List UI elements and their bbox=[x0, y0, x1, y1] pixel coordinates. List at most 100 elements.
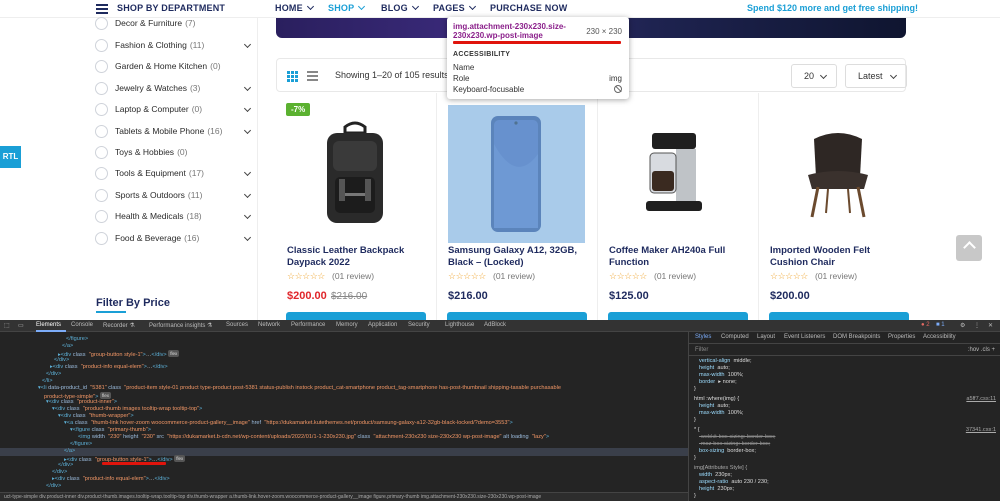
category-item[interactable]: Tablets & Mobile Phone (16) bbox=[95, 124, 255, 140]
radio-icon[interactable] bbox=[95, 82, 108, 95]
dom-line[interactable]: </div> bbox=[46, 371, 61, 378]
product-title[interactable]: Classic Leather Backpack Daypack 2022 bbox=[287, 245, 427, 269]
category-item[interactable]: Decor & Furniture (7) bbox=[95, 16, 255, 32]
dom-line[interactable]: ▾<div class="product-thumb images toolti… bbox=[52, 406, 202, 413]
info-badge[interactable]: ■ 1 bbox=[936, 322, 945, 328]
more-options-icon[interactable]: ⋮ bbox=[974, 322, 980, 329]
shop-by-department-link[interactable]: SHOP BY DEPARTMENT bbox=[117, 3, 225, 13]
dom-line[interactable]: </a> bbox=[62, 343, 73, 350]
product-title[interactable]: Samsung Galaxy A12, 32GB, Black – (Locke… bbox=[448, 245, 588, 269]
nav-home[interactable]: HOME bbox=[275, 2, 314, 13]
stylesheet-link[interactable]: a5ff7.css:11 bbox=[966, 396, 996, 402]
dom-line[interactable]: ▸<div class="product-info equal-elem">…<… bbox=[52, 476, 170, 483]
dom-line[interactable]: </figure> bbox=[66, 336, 88, 343]
dom-line[interactable]: <img width="230" height="230" src="https… bbox=[78, 434, 549, 441]
error-badge[interactable]: ● 2 bbox=[921, 322, 930, 328]
dom-line[interactable]: ▸<div class="group-button style-1">…</di… bbox=[58, 350, 180, 359]
radio-icon[interactable] bbox=[95, 232, 108, 245]
radio-icon[interactable] bbox=[95, 146, 108, 159]
category-item[interactable]: Laptop & Computer (0) bbox=[95, 102, 255, 118]
css-declaration[interactable]: max-width: 100%; bbox=[699, 410, 743, 417]
tab-accessibility[interactable]: Accessibility bbox=[923, 334, 956, 340]
chevron-down-icon[interactable] bbox=[243, 233, 252, 242]
dom-line[interactable]: ▾<figure class="primary-thumb"> bbox=[70, 427, 151, 434]
css-declaration[interactable]: height: auto; bbox=[699, 403, 730, 410]
tab-network[interactable]: Network bbox=[258, 322, 280, 328]
nav-blog[interactable]: BLOG bbox=[381, 2, 419, 13]
radio-icon[interactable] bbox=[95, 189, 108, 202]
dom-line[interactable]: </div> bbox=[54, 357, 69, 364]
css-declaration[interactable]: max-width: 100%; bbox=[699, 372, 743, 379]
tab-styles[interactable]: Styles bbox=[695, 334, 711, 340]
chevron-down-icon[interactable] bbox=[243, 168, 252, 177]
css-declaration[interactable]: box-sizing: border-box; bbox=[699, 448, 756, 455]
rtl-toggle-button[interactable]: RTL bbox=[0, 146, 21, 168]
filter-options[interactable]: :hov .cls + bbox=[968, 347, 995, 353]
chevron-down-icon[interactable] bbox=[243, 211, 252, 220]
dom-line[interactable]: </a> bbox=[64, 448, 75, 455]
nav-shop[interactable]: SHOP bbox=[328, 2, 366, 13]
category-item[interactable]: Health & Medicals (18) bbox=[95, 209, 255, 225]
css-declaration[interactable]: vertical-align: middle; bbox=[699, 358, 752, 365]
category-item[interactable]: Jewelry & Watches (3) bbox=[95, 81, 255, 97]
tab-adblock[interactable]: AdBlock bbox=[484, 322, 506, 328]
review-count[interactable]: (01 review) bbox=[654, 271, 696, 281]
close-icon[interactable]: ✕ bbox=[988, 322, 993, 329]
css-declaration[interactable]: border: ▸ none; bbox=[699, 379, 737, 386]
tab-recorder[interactable]: Recorder ⚗ bbox=[103, 322, 135, 329]
tab-console[interactable]: Console bbox=[71, 322, 93, 328]
category-item[interactable]: Fashion & Clothing (11) bbox=[95, 38, 255, 54]
dom-line[interactable]: ▾<div class="product-inner"> bbox=[46, 399, 117, 406]
product-image[interactable] bbox=[769, 105, 907, 243]
review-count[interactable]: (01 review) bbox=[815, 271, 857, 281]
css-selector[interactable]: * { bbox=[694, 427, 700, 434]
dom-line[interactable]: ▾<div class="thumb-wrapper"> bbox=[58, 413, 134, 420]
radio-icon[interactable] bbox=[95, 17, 108, 30]
radio-icon[interactable] bbox=[95, 125, 108, 138]
device-toggle-icon[interactable]: ▭ bbox=[18, 322, 24, 329]
dom-line[interactable]: </div> bbox=[52, 469, 67, 476]
chevron-down-icon[interactable] bbox=[243, 40, 252, 49]
radio-icon[interactable] bbox=[95, 60, 108, 73]
chevron-down-icon[interactable] bbox=[243, 126, 252, 135]
nav-purchase-now[interactable]: PURCHASE NOW bbox=[490, 3, 567, 13]
add-to-cart-button[interactable] bbox=[286, 312, 426, 320]
sort-select[interactable]: Latest bbox=[845, 64, 907, 88]
product-title[interactable]: Imported Wooden Felt Cushion Chair bbox=[770, 245, 910, 269]
radio-icon[interactable] bbox=[95, 210, 108, 223]
dom-line[interactable]: </div> bbox=[46, 483, 61, 490]
tab-lighthouse[interactable]: Lighthouse bbox=[445, 322, 474, 328]
category-item[interactable]: Garden & Home Kitchen (0) bbox=[95, 59, 255, 75]
inspect-icon[interactable]: ⬚ bbox=[4, 322, 10, 329]
add-to-cart-button[interactable] bbox=[447, 312, 587, 320]
css-declaration[interactable]: width: 230px; bbox=[699, 472, 732, 479]
category-item[interactable]: Toys & Hobbies (0) bbox=[95, 145, 255, 161]
category-item[interactable]: Tools & Equipment (17) bbox=[95, 166, 255, 182]
hamburger-icon[interactable] bbox=[96, 4, 108, 14]
chevron-down-icon[interactable] bbox=[243, 104, 252, 113]
tab-computed[interactable]: Computed bbox=[721, 334, 749, 340]
chevron-down-icon[interactable] bbox=[243, 190, 252, 199]
product-card[interactable]: Coffee Maker AH240a Full Function ☆☆☆☆☆ … bbox=[598, 93, 759, 320]
dom-line[interactable]: </figure> bbox=[70, 441, 92, 448]
tab-properties[interactable]: Properties bbox=[888, 334, 915, 340]
radio-icon[interactable] bbox=[95, 39, 108, 52]
product-image[interactable] bbox=[286, 105, 424, 243]
tab-application[interactable]: Application bbox=[368, 322, 397, 328]
dom-breadcrumbs[interactable]: uct-type-simple div.product-inner div.pr… bbox=[0, 492, 688, 501]
category-item[interactable]: Food & Beverage (16) bbox=[95, 231, 255, 247]
add-to-cart-button[interactable] bbox=[608, 312, 748, 320]
tab-performance-insights[interactable]: Performance insights ⚗ bbox=[149, 322, 212, 329]
css-declaration[interactable]: height: auto; bbox=[699, 365, 730, 372]
radio-icon[interactable] bbox=[95, 167, 108, 180]
product-image[interactable] bbox=[608, 105, 746, 243]
tab-layout[interactable]: Layout bbox=[757, 334, 775, 340]
dom-line[interactable]: ▾<li data-product_id="5381" class="produ… bbox=[38, 385, 561, 392]
product-card[interactable]: Classic Leather Backpack Daypack 2022 ☆☆… bbox=[276, 93, 437, 320]
css-declaration[interactable]: aspect-ratio: auto 230 / 230; bbox=[699, 479, 769, 486]
dom-line[interactable]: ▸<div class="product-info equal-elem">…<… bbox=[50, 364, 168, 371]
tab-elements[interactable]: Elements bbox=[36, 322, 61, 328]
review-count[interactable]: (01 review) bbox=[493, 271, 535, 281]
css-declaration[interactable]: -moz-box-sizing: border-box; bbox=[699, 441, 770, 448]
gear-icon[interactable]: ⚙ bbox=[960, 322, 965, 329]
